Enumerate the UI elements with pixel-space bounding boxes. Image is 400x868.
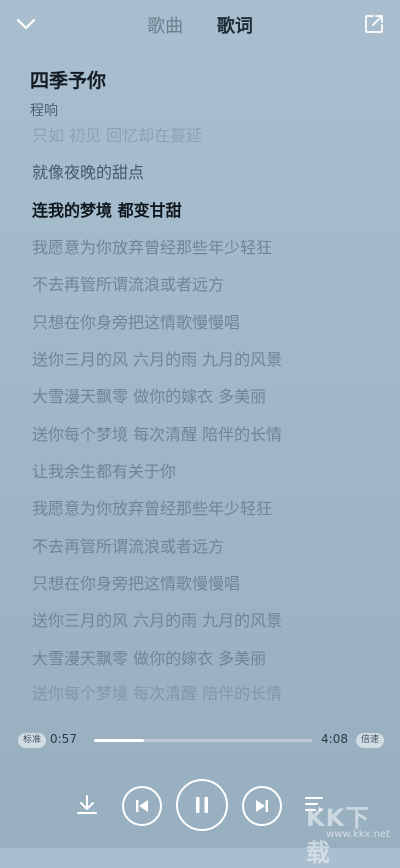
previous-button[interactable]	[122, 786, 162, 826]
lyric-line: 大雪漫天飘零 做你的嫁衣 多美丽	[32, 387, 267, 406]
lyric-line: 只想在你身旁把这情歌慢慢唱	[32, 574, 241, 593]
song-title: 四季予你	[30, 70, 107, 92]
speed-badge[interactable]: 倍速	[355, 733, 384, 748]
current-time: 0:57	[50, 732, 77, 746]
lyric-line: 送你三月的风 六月的雨 九月的风景	[32, 350, 283, 369]
lyric-line: 送你三月的风 六月的雨 九月的风景	[32, 611, 283, 630]
next-icon	[256, 800, 268, 812]
pause-icon	[196, 797, 208, 813]
share-icon[interactable]	[360, 10, 388, 38]
progress-row: 标准 0:57 4:08 倍速	[0, 728, 400, 754]
lyric-line: 就像夜晚的甜点	[32, 163, 145, 182]
download-icon[interactable]	[72, 790, 102, 820]
top-bar: 歌曲 歌词	[0, 0, 400, 48]
lyric-line: 让我余生都有关于你	[32, 462, 177, 481]
lyric-line: 我愿意为你放弃曾经那些年少轻狂	[32, 238, 273, 257]
lyric-line: 我愿意为你放弃曾经那些年少轻狂	[32, 499, 273, 518]
lyrics-panel[interactable]: 只如 初见 回忆却在蔓延 就像夜晚的甜点 连我的梦境 都变甘甜 我愿意为你放弃曾…	[32, 122, 372, 702]
quality-badge[interactable]: 标准	[18, 733, 47, 748]
progress-fill	[94, 739, 145, 742]
total-time: 4:08	[321, 732, 348, 746]
previous-icon	[136, 800, 148, 812]
lyric-line: 只如 初见 回忆却在蔓延	[32, 126, 203, 145]
tab-song[interactable]: 歌曲	[147, 12, 183, 38]
lyric-line: 送你每个梦境 每次清醒 陪伴的长情	[32, 684, 283, 702]
lyric-line: 大雪漫天飘零 做你的嫁衣 多美丽	[32, 649, 267, 668]
lyric-line: 只想在你身旁把这情歌慢慢唱	[32, 313, 241, 332]
tab-bar: 歌曲 歌词	[0, 12, 400, 38]
song-artist[interactable]: 程响	[30, 100, 106, 120]
next-button[interactable]	[242, 786, 282, 826]
lyric-line: 送你每个梦境 每次清醒 陪伴的长情	[32, 425, 283, 444]
progress-bar[interactable]	[94, 739, 312, 742]
lyric-line: 不去再管所谓流浪或者远方	[32, 537, 225, 556]
watermark-url: www.kkx.net	[326, 829, 390, 840]
pause-button[interactable]	[176, 779, 228, 831]
watermark-logo: KK下载 www.kkx.net	[296, 800, 392, 867]
lyric-line: 不去再管所谓流浪或者远方	[32, 275, 225, 294]
lyric-line-current: 连我的梦境 都变甘甜	[32, 201, 182, 220]
tab-lyrics[interactable]: 歌词	[217, 12, 253, 38]
song-info: 四季予你 程响	[30, 66, 106, 120]
